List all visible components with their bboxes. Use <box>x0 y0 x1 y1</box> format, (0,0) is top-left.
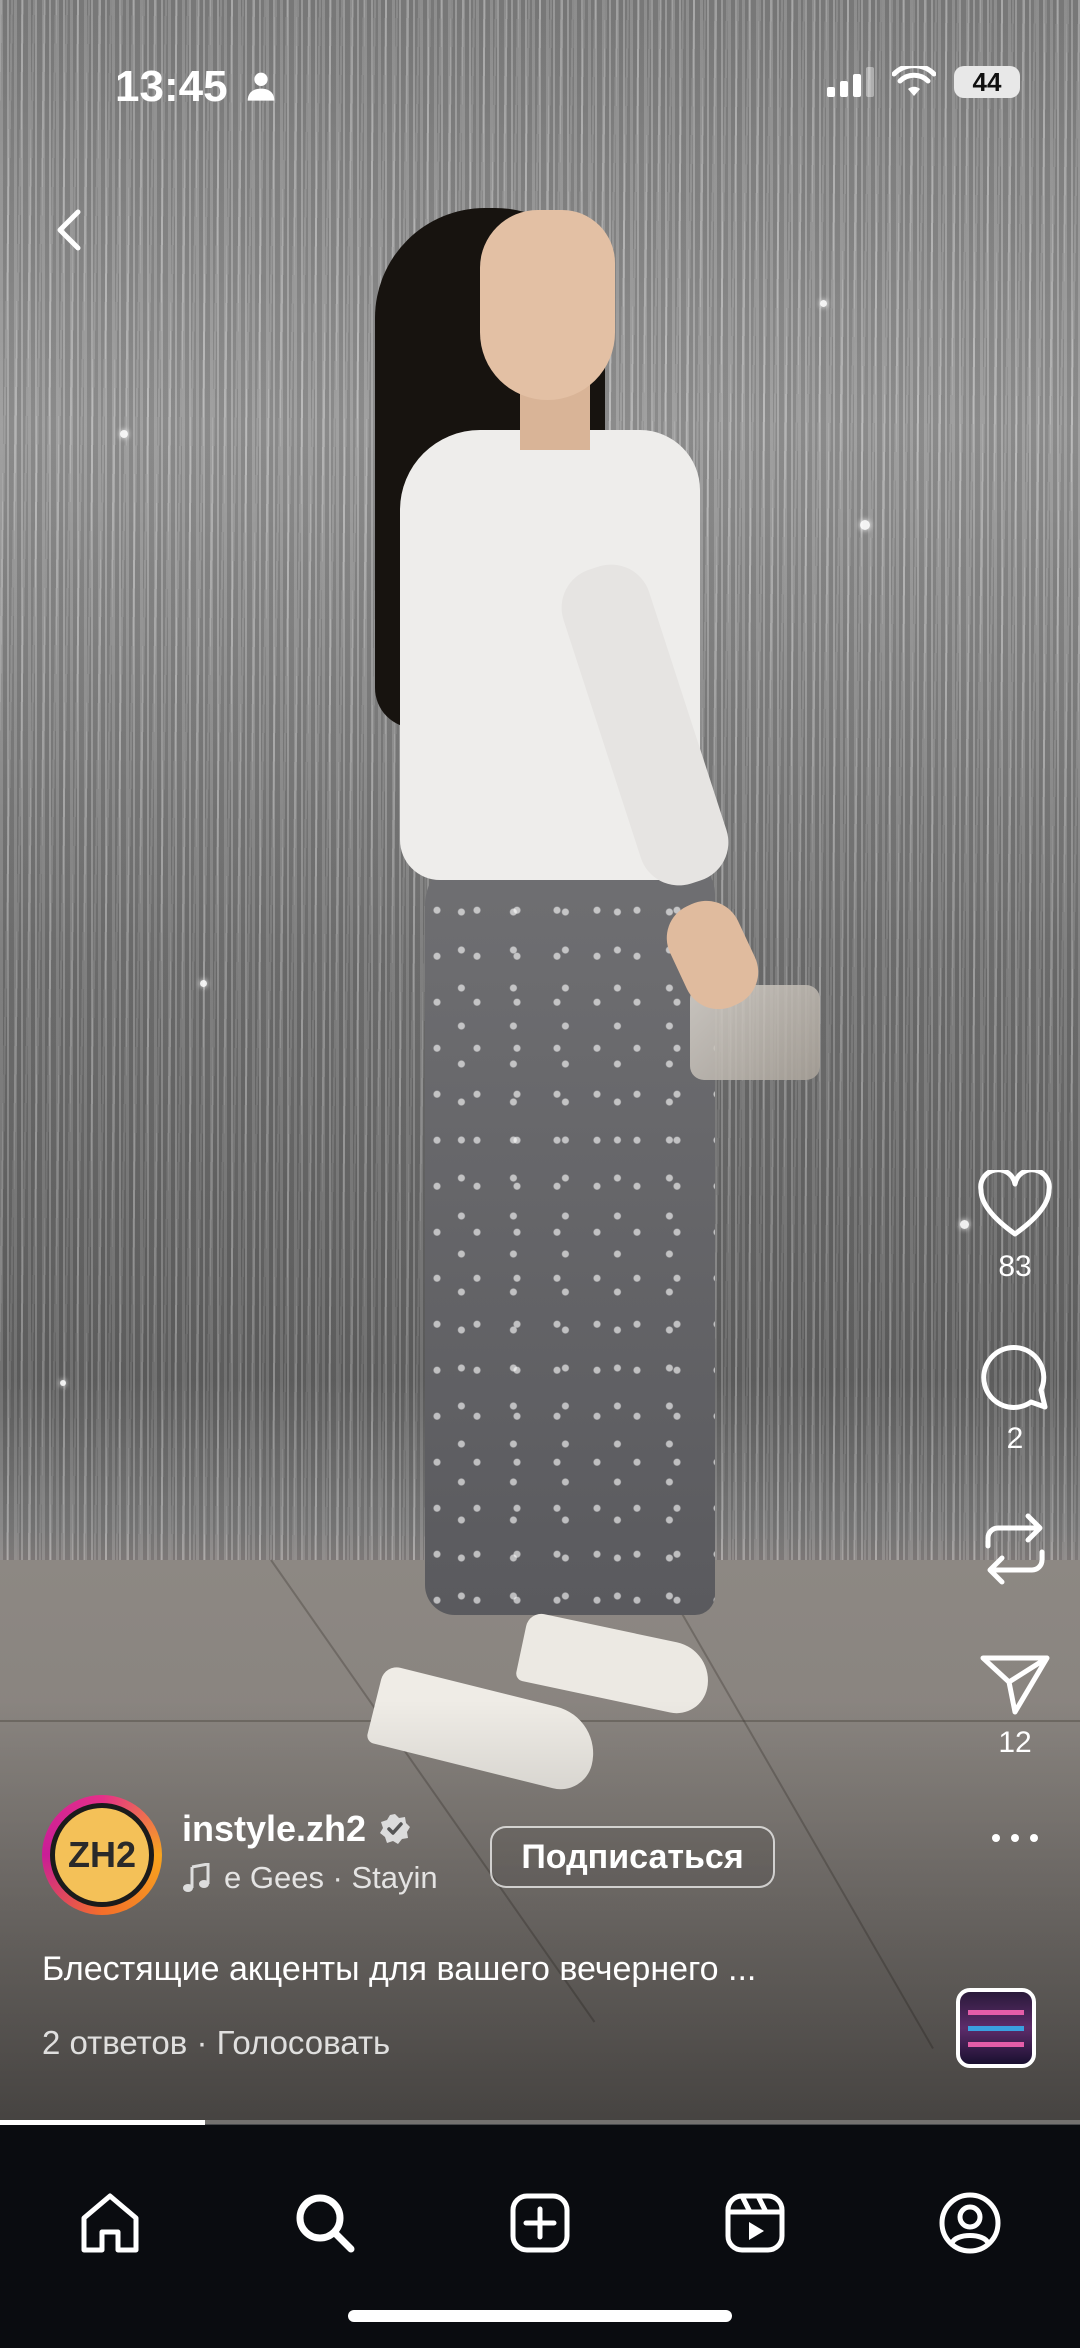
share-button[interactable]: 12 <box>979 1652 1051 1760</box>
nav-create[interactable] <box>504 2187 576 2259</box>
comment-button[interactable]: 2 <box>979 1340 1051 1456</box>
repost-button[interactable] <box>980 1510 1050 1588</box>
status-time: 13:45 <box>115 62 228 111</box>
music-note-icon <box>183 1863 210 1892</box>
author-username: instyle.zh2 <box>182 1808 367 1849</box>
cellular-signal-icon <box>827 67 874 97</box>
author-avatar[interactable]: ZH2 <box>42 1795 162 1915</box>
reels-icon <box>725 2193 785 2253</box>
avatar-initials: ZH2 <box>50 1803 154 1907</box>
verified-badge-icon <box>380 1814 411 1844</box>
wifi-icon <box>892 66 936 96</box>
nav-home[interactable] <box>74 2187 146 2259</box>
person-face <box>480 210 615 400</box>
battery-indicator: 44 <box>954 66 1020 98</box>
music-track-text: e Gees · Stayin <box>224 1860 438 1895</box>
nav-profile[interactable] <box>934 2187 1006 2259</box>
person-skirt <box>425 855 715 1615</box>
more-options-button[interactable] <box>990 1832 1040 1844</box>
reel-video[interactable] <box>0 0 1080 2124</box>
heart-icon <box>978 1170 1052 1237</box>
home-indicator <box>348 2310 732 2322</box>
send-icon <box>980 1655 1050 1715</box>
separator: · <box>196 2024 208 2061</box>
person-status-icon <box>247 72 275 101</box>
comment-count: 2 <box>1006 1422 1024 1455</box>
back-arrow-icon[interactable] <box>40 200 100 260</box>
replies-link[interactable]: 2 ответов <box>42 2024 187 2061</box>
music-info[interactable]: e Gees · Stayin <box>182 1860 438 1896</box>
repost-icon <box>985 1513 1045 1585</box>
action-rail: 83 2 12 <box>950 1170 1080 1844</box>
more-dots-icon <box>992 1834 1038 1842</box>
audio-thumbnail[interactable] <box>956 1988 1036 2068</box>
search-icon <box>296 2194 355 2253</box>
share-count: 12 <box>998 1726 1032 1759</box>
vote-link[interactable]: Голосовать <box>217 2024 391 2061</box>
comment-bubble-icon <box>981 1344 1048 1410</box>
like-button[interactable]: 83 <box>977 1170 1053 1284</box>
author-username-row[interactable]: instyle.zh2 <box>182 1808 412 1850</box>
create-icon <box>510 2193 570 2253</box>
follow-button[interactable]: Подписаться <box>490 1826 775 1888</box>
replies-row: 2 ответов · Голосовать <box>42 2024 390 2062</box>
nav-reels[interactable] <box>719 2187 791 2259</box>
profile-icon <box>939 2192 1001 2254</box>
post-caption[interactable]: Блестящие акценты для вашего вечернего .… <box>42 1950 756 1989</box>
like-count: 83 <box>998 1250 1032 1283</box>
nav-search[interactable] <box>289 2187 361 2259</box>
home-icon <box>81 2193 139 2253</box>
